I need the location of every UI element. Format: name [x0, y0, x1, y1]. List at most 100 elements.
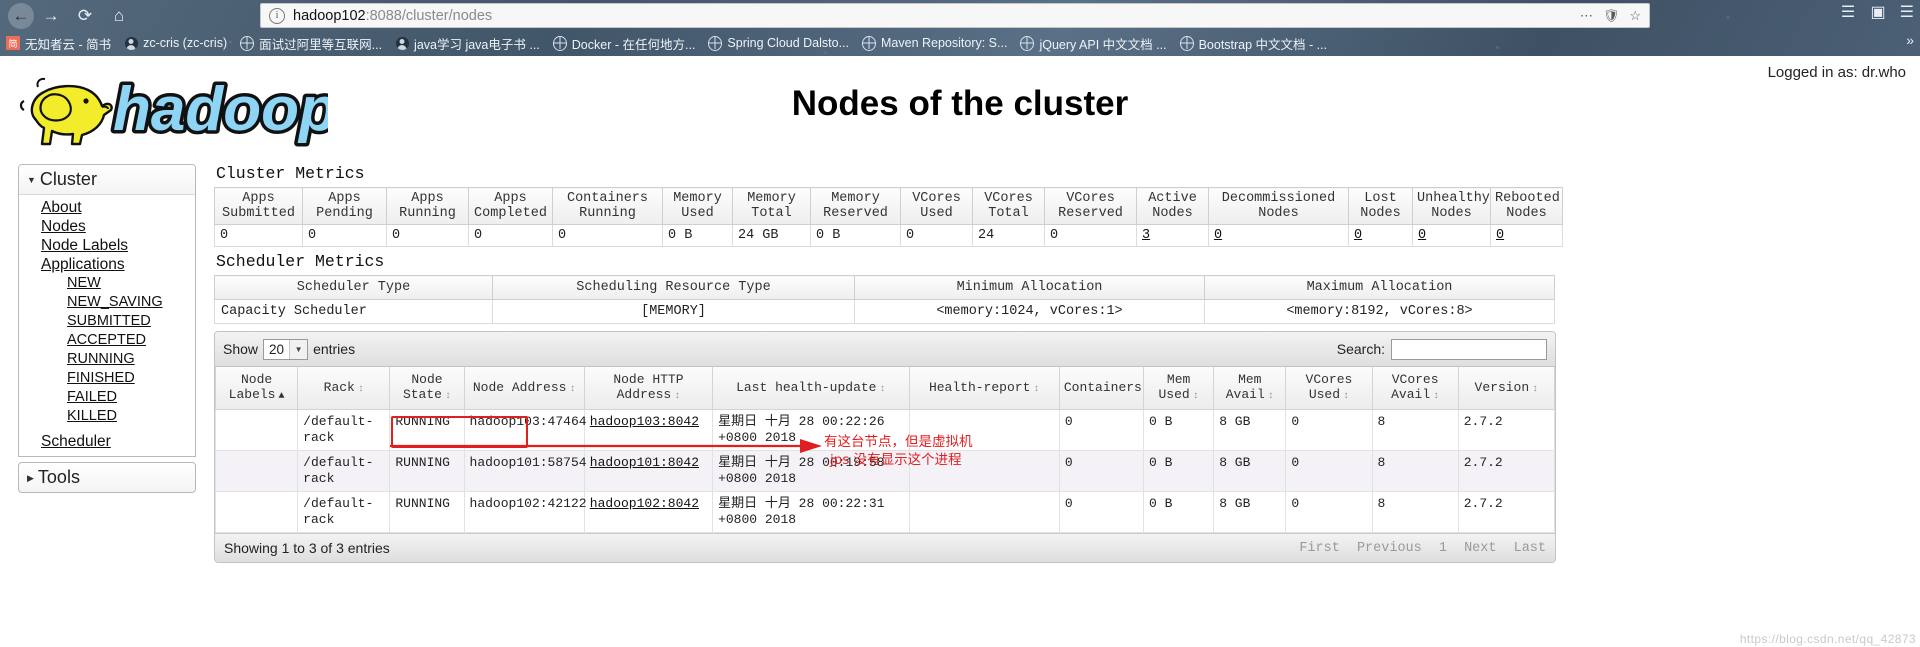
- pager-previous[interactable]: Previous: [1357, 541, 1422, 556]
- scheduler-metrics-header-row: Scheduler Type Scheduling Resource Type …: [214, 275, 1555, 300]
- sidebar-item-about[interactable]: About: [19, 198, 195, 217]
- show-entries-control: Show 20 ▼ entries: [223, 338, 355, 360]
- sidebar-item-accepted[interactable]: ACCEPTED: [19, 331, 195, 350]
- bookmark-item[interactable]: 面试过阿里等互联网...: [240, 34, 382, 53]
- sidebar-item-finished[interactable]: FINISHED: [19, 369, 195, 388]
- col-rack[interactable]: Rack ↕: [297, 367, 391, 410]
- search-input[interactable]: [1391, 338, 1547, 360]
- library-icon[interactable]: ☰: [1841, 2, 1857, 22]
- bookmarks-overflow-icon[interactable]: »: [1906, 32, 1914, 48]
- address-bar[interactable]: i hadoop102:8088/cluster/nodes ⋯ 🛡 ☆: [260, 3, 1650, 28]
- star-icon[interactable]: ☆: [1629, 8, 1641, 24]
- chevron-down-icon[interactable]: ▼: [289, 339, 308, 359]
- sidebar-item-running[interactable]: RUNNING: [19, 350, 195, 369]
- sort-both-icon: ↕: [879, 383, 886, 395]
- col-node-address[interactable]: Node Address ↕: [463, 367, 585, 410]
- col-health-report[interactable]: Health-report ↕: [908, 367, 1060, 410]
- sidebar-cluster-header[interactable]: ▼ Cluster: [19, 165, 195, 195]
- sidebar-item-applications[interactable]: Applications: [19, 255, 195, 274]
- home-icon[interactable]: ⌂: [102, 1, 136, 31]
- col-version[interactable]: Version ↕: [1457, 367, 1556, 410]
- col-node-state[interactable]: Node State ↕: [389, 367, 465, 410]
- entries-select[interactable]: 20 ▼: [263, 338, 309, 360]
- cell-version: 2.7.2: [1457, 450, 1556, 492]
- unhealthy-nodes-link[interactable]: 0: [1418, 228, 1426, 243]
- cell-node-address: hadoop102:42122: [463, 491, 587, 533]
- bookmark-label: Spring Cloud Dalsto...: [727, 36, 849, 50]
- col-mem-used[interactable]: Mem Used ↕: [1143, 367, 1215, 410]
- sidebar-item-nodes[interactable]: Nodes: [19, 217, 195, 236]
- sidebar-item-scheduler[interactable]: Scheduler: [19, 432, 195, 451]
- reload-icon[interactable]: ⟳: [68, 1, 102, 31]
- col-mem-avail[interactable]: Mem Avail ↕: [1213, 367, 1287, 410]
- pager-page-1[interactable]: 1: [1439, 541, 1447, 556]
- col-maximum-allocation: Maximum Allocation: [1204, 275, 1555, 300]
- pager-first[interactable]: First: [1299, 541, 1340, 556]
- cell-node-http-address[interactable]: hadoop103:8042: [583, 409, 714, 451]
- cell-node-http-address[interactable]: hadoop102:8042: [583, 491, 714, 533]
- val-unhealthy-nodes[interactable]: 0: [1412, 224, 1491, 247]
- node-http-address-link[interactable]: hadoop101:8042: [590, 455, 699, 470]
- node-http-address-link[interactable]: hadoop102:8042: [590, 496, 699, 511]
- col-node-http-address-label: Node HTTP Address: [613, 372, 684, 402]
- sidebar-item-node-labels[interactable]: Node Labels: [19, 236, 195, 255]
- sidebar-tools-header[interactable]: ▶ Tools: [19, 463, 195, 492]
- table-row[interactable]: /default- rack RUNNING hadoop102:42122 h…: [214, 491, 1556, 533]
- bookmark-item[interactable]: jQuery API 中文文档 ...: [1020, 34, 1167, 53]
- cell-vcores-avail: 8: [1371, 450, 1459, 492]
- val-active-nodes[interactable]: 3: [1136, 224, 1209, 247]
- bookmark-item[interactable]: java学习 java电子书 ...: [395, 34, 540, 53]
- sidebar-cluster-panel: ▼ Cluster About Nodes Node Labels Applica…: [18, 164, 196, 457]
- bookmark-item[interactable]: Maven Repository: S...: [862, 35, 1007, 51]
- site-info-icon[interactable]: i: [269, 7, 285, 24]
- bookmark-item[interactable]: Bootstrap 中文文档 - ...: [1179, 34, 1328, 53]
- sidebar-item-killed[interactable]: KILLED: [19, 407, 195, 426]
- cell-node-http-address[interactable]: hadoop101:8042: [583, 450, 714, 492]
- col-vcores-avail[interactable]: VCores Avail ↕: [1371, 367, 1459, 410]
- sidebar-item-new-saving[interactable]: NEW_SAVING: [19, 293, 195, 312]
- forward-arrow-icon[interactable]: →: [34, 1, 68, 31]
- col-node-http-address[interactable]: Node HTTP Address ↕: [583, 367, 714, 410]
- sidebar-tools-panel[interactable]: ▶ Tools: [18, 462, 196, 493]
- bookmark-item[interactable]: Docker - 在任何地方...: [552, 34, 695, 53]
- decommissioned-nodes-link[interactable]: 0: [1214, 228, 1222, 243]
- col-containers[interactable]: Containers↕: [1058, 367, 1151, 410]
- col-minimum-allocation: Minimum Allocation: [854, 275, 1205, 300]
- cell-vcores-used: 0: [1285, 450, 1373, 492]
- jianshu-icon: 简: [6, 36, 20, 50]
- sort-both-icon: ↕: [1192, 391, 1199, 402]
- globe-icon: [708, 35, 723, 51]
- hadoop-page: Logged in as: dr.who hadoop hadoop Nodes…: [0, 56, 1920, 647]
- bookmark-label: Bootstrap 中文文档 - ...: [1198, 37, 1328, 52]
- sidebar-item-failed[interactable]: FAILED: [19, 388, 195, 407]
- bookmark-item[interactable]: zc-cris (zc-cris): [124, 36, 227, 50]
- col-memory-reserved: Memory Reserved: [810, 187, 901, 225]
- val-decommissioned-nodes[interactable]: 0: [1208, 224, 1349, 247]
- bookmark-item[interactable]: Spring Cloud Dalsto...: [708, 35, 849, 51]
- val-minimum-allocation: <memory:1024, vCores:1>: [854, 299, 1205, 324]
- pager-last[interactable]: Last: [1514, 541, 1546, 556]
- val-scheduler-type: Capacity Scheduler: [214, 299, 493, 324]
- search-label: Search:: [1336, 341, 1385, 357]
- sidebar-item-new[interactable]: NEW: [19, 274, 195, 293]
- val-rebooted-nodes[interactable]: 0: [1490, 224, 1563, 247]
- sidebar-item-submitted[interactable]: SUBMITTED: [19, 312, 195, 331]
- sidebar-icon[interactable]: ▣: [1871, 2, 1886, 22]
- bookmark-item[interactable]: 简 无知者云 - 简书: [6, 34, 111, 53]
- col-vcores-used[interactable]: VCores Used ↕: [1285, 367, 1373, 410]
- back-arrow-icon[interactable]: ←: [8, 2, 34, 29]
- node-http-address-link[interactable]: hadoop103:8042: [590, 414, 699, 429]
- col-node-labels[interactable]: Node Labels ▲: [214, 367, 299, 410]
- ellipsis-icon[interactable]: ⋯: [1580, 8, 1593, 24]
- shield-icon[interactable]: 🛡: [1603, 8, 1620, 24]
- active-nodes-link[interactable]: 3: [1142, 228, 1150, 243]
- val-vcores-used: 0: [900, 224, 973, 247]
- lost-nodes-link[interactable]: 0: [1354, 228, 1362, 243]
- rebooted-nodes-link[interactable]: 0: [1496, 228, 1504, 243]
- menu-icon[interactable]: ☰: [1900, 2, 1914, 22]
- person-icon: [124, 36, 138, 50]
- val-lost-nodes[interactable]: 0: [1348, 224, 1413, 247]
- col-last-health-update[interactable]: Last health-update ↕: [712, 367, 910, 410]
- pager-next[interactable]: Next: [1464, 541, 1496, 556]
- cell-last-health-update: 星期日 十月 28 00:22:31 +0800 2018: [712, 491, 910, 533]
